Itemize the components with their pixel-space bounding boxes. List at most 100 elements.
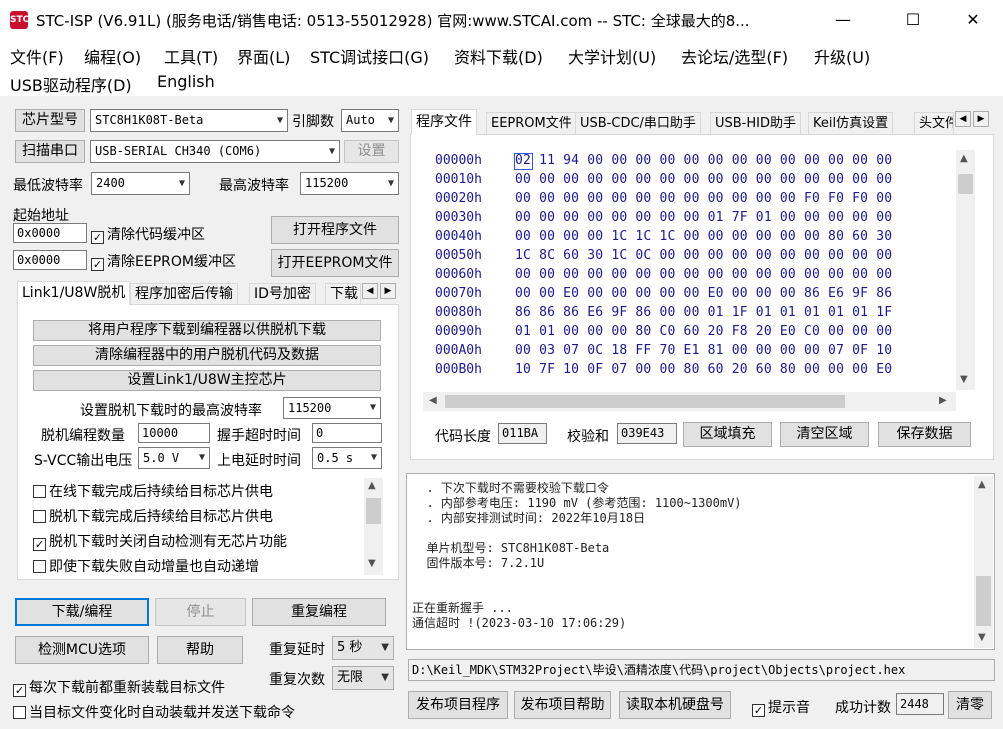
open-program-button[interactable]: 打开程序文件 [271,216,399,244]
menu-file[interactable]: 文件(F) [10,44,64,68]
menu-upgrade[interactable]: 升级(U) [814,44,870,68]
menu-university[interactable]: 大学计划(U) [568,44,656,68]
hex-bytes[interactable]: 00 00 E0 00 00 00 00 00 E0 00 00 00 86 E… [515,286,892,301]
menu-downloads[interactable]: 资料下载(D) [454,44,543,68]
hex-bytes[interactable]: 00 00 00 00 1C 1C 1C 00 00 00 00 00 00 8… [515,229,892,244]
settings-button[interactable]: 设置 [344,140,399,163]
scrollbar-thumb[interactable] [958,174,973,194]
close-button[interactable]: ✕ [950,0,996,40]
tab-encrypted-transfer[interactable]: 程序加密后传输 [130,283,238,305]
scan-port-button[interactable]: 扫描串口 [15,140,85,163]
clear-eeprom-checkbox[interactable]: ✓ 清除EEPROM缓冲区 [91,251,236,271]
offline-max-baud-select[interactable]: 115200 ▼ [283,397,381,419]
publish-help-button[interactable]: 发布项目帮助 [514,691,611,719]
pins-select[interactable]: Auto ▼ [341,109,399,132]
scroll-up-icon[interactable]: ▲ [960,153,968,164]
sound-checkbox[interactable]: ✓ 提示音 [752,697,810,717]
menu-stc-debug[interactable]: STC调试接口(G) [310,44,429,68]
hex-bytes[interactable]: 1C 8C 60 30 1C 0C 00 00 00 00 00 00 00 0… [515,248,892,263]
code-address-input[interactable]: 0x0000 [13,223,87,243]
scrollbar-thumb[interactable] [366,498,381,524]
hex-bytes[interactable]: 00 00 00 00 00 00 00 00 01 7F 01 00 00 0… [515,210,892,225]
tab-usb-cdc[interactable]: USB-CDC/串口助手 [575,112,701,135]
svcc-voltage-select[interactable]: 5.0 V ▼ [138,447,210,469]
scroll-down-icon[interactable]: ▼ [960,374,968,385]
check-mcu-button[interactable]: 检测MCU选项 [15,636,149,664]
scrollbar-thumb[interactable] [445,395,845,408]
repeat-count-select[interactable]: 无限 ▼ [332,666,394,690]
eeprom-address-input[interactable]: 0x0000 [13,250,87,270]
repeat-delay-select[interactable]: 5 秒 ▼ [332,636,394,660]
online-power-checkbox[interactable]: 在线下载完成后持续给目标芯片供电 [33,481,273,501]
menu-usb-driver[interactable]: USB驱动程序(D) [10,72,132,96]
scroll-right-icon[interactable]: ▶ [939,395,947,406]
program-count-input[interactable]: 10000 [138,423,210,443]
open-eeprom-button[interactable]: 打开EEPROM文件 [271,249,399,277]
publish-program-button[interactable]: 发布项目程序 [408,691,508,719]
chip-model-button[interactable]: 芯片型号 [15,109,85,132]
tab-program-file[interactable]: 程序文件 [411,109,477,135]
disable-detect-checkbox[interactable]: ✓ 脱机下载时关闭自动检测有无芯片功能 [33,531,287,551]
scroll-up-icon[interactable]: ▲ [978,479,986,490]
help-button[interactable]: 帮助 [157,636,243,664]
hex-bytes[interactable]: 00 00 00 00 00 00 00 00 00 00 00 00 00 0… [515,172,892,187]
read-disk-id-button[interactable]: 读取本机硬盘号 [619,691,731,719]
min-baud-select[interactable]: 2400 ▼ [91,172,190,195]
tab-scroll-right-icon[interactable]: ▶ [380,283,396,299]
auto-send-checkbox[interactable]: 当目标文件变化时自动装载并发送下载命令 [13,702,295,722]
scroll-down-icon[interactable]: ▼ [978,632,986,643]
hex-bytes[interactable]: 86 86 86 E6 9F 86 00 00 01 1F 01 01 01 0… [515,305,892,320]
hex-bytes[interactable]: 00 00 00 00 00 00 00 00 00 00 00 00 F0 F… [515,191,892,206]
repeat-program-button[interactable]: 重复编程 [252,598,386,626]
hex-bytes[interactable]: 00 00 00 00 00 00 00 00 00 00 00 00 00 0… [515,267,892,282]
tab-eeprom-file[interactable]: EEPROM文件 [486,112,577,135]
port-select[interactable]: USB-SERIAL CH340 (COM6) ▼ [90,140,340,163]
hex-vertical-scrollbar[interactable]: ▲ ▼ [956,150,975,390]
tab-header-file[interactable]: 头文件 [914,112,954,135]
save-data-button[interactable]: 保存数据 [878,422,971,447]
tab-scroll-left-icon[interactable]: ◀ [362,283,378,299]
tab-download[interactable]: 下载 [325,283,361,305]
menu-program[interactable]: 编程(O) [84,44,141,68]
minimize-button[interactable]: — [820,0,866,40]
tab-usb-hid[interactable]: USB-HID助手 [710,112,801,135]
set-master-chip-button[interactable]: 设置Link1/U8W主控芯片 [33,370,381,391]
offline-options-scrollbar[interactable]: ▲ ▼ [364,478,383,575]
fill-area-button[interactable]: 区域填充 [683,422,772,447]
menu-forum[interactable]: 去论坛/选型(F) [681,44,788,68]
clear-area-button[interactable]: 清空区域 [780,422,869,447]
file-path-field[interactable]: D:\Keil_MDK\STM32Project\毕设\酒精浓度\代码\proj… [408,659,995,681]
clear-code-checkbox[interactable]: ✓ 清除代码缓冲区 [91,224,205,244]
scroll-up-icon[interactable]: ▲ [368,480,376,491]
hex-horizontal-scrollbar[interactable]: ◀ ▶ [423,392,956,411]
download-to-programmer-button[interactable]: 将用户程序下载到编程器以供脱机下载 [33,320,381,341]
tab-scroll-right-icon[interactable]: ▶ [973,111,989,127]
handshake-timeout-input[interactable]: 0 [312,423,382,443]
hex-bytes[interactable]: 02 11 94 00 00 00 00 00 00 00 00 00 00 0… [515,153,892,168]
reset-count-button[interactable]: 清零 [948,691,992,719]
hex-editor[interactable]: 00000h 02 11 94 00 00 00 00 00 00 00 00 0… [423,150,956,390]
offline-power-checkbox[interactable]: 脱机下载完成后持续给目标芯片供电 [33,506,273,526]
hex-bytes[interactable]: 10 7F 10 0F 07 00 00 80 60 20 60 80 00 0… [515,362,892,377]
maximize-button[interactable]: ☐ [890,0,936,40]
scroll-down-icon[interactable]: ▼ [368,558,376,569]
tab-scroll-left-icon[interactable]: ◀ [955,111,971,127]
auto-increment-checkbox[interactable]: 即使下载失败自动增量也自动递增 [33,556,259,576]
hex-bytes[interactable]: 01 01 00 00 00 80 C0 60 20 F8 20 E0 C0 0… [515,324,892,339]
tab-link1-offline[interactable]: Link1/U8W脱机 [17,281,131,305]
download-program-button[interactable]: 下载/编程 [15,598,149,626]
tab-keil-sim[interactable]: Keil仿真设置 [808,112,894,135]
menu-tools[interactable]: 工具(T) [164,44,218,68]
scrollbar-thumb[interactable] [976,576,991,626]
menu-interface[interactable]: 界面(L) [237,44,290,68]
menu-english[interactable]: English [157,72,215,91]
reload-file-checkbox[interactable]: ✓ 每次下载前都重新装载目标文件 [13,677,225,697]
tab-id-encrypt[interactable]: ID号加密 [249,283,316,305]
clear-programmer-button[interactable]: 清除编程器中的用户脱机代码及数据 [33,345,381,366]
hex-bytes[interactable]: 00 03 07 0C 18 FF 70 E1 81 00 00 00 00 0… [515,343,892,358]
power-delay-select[interactable]: 0.5 s ▼ [312,447,382,469]
scroll-left-icon[interactable]: ◀ [429,395,437,406]
max-baud-select[interactable]: 115200 ▼ [300,172,399,195]
log-output[interactable]: . 下次下载时不需要校验下载口令 . 内部参考电压: 1190 mV (参考范围… [412,477,974,647]
chip-model-select[interactable]: STC8H1K08T-Beta ▼ [90,109,288,132]
